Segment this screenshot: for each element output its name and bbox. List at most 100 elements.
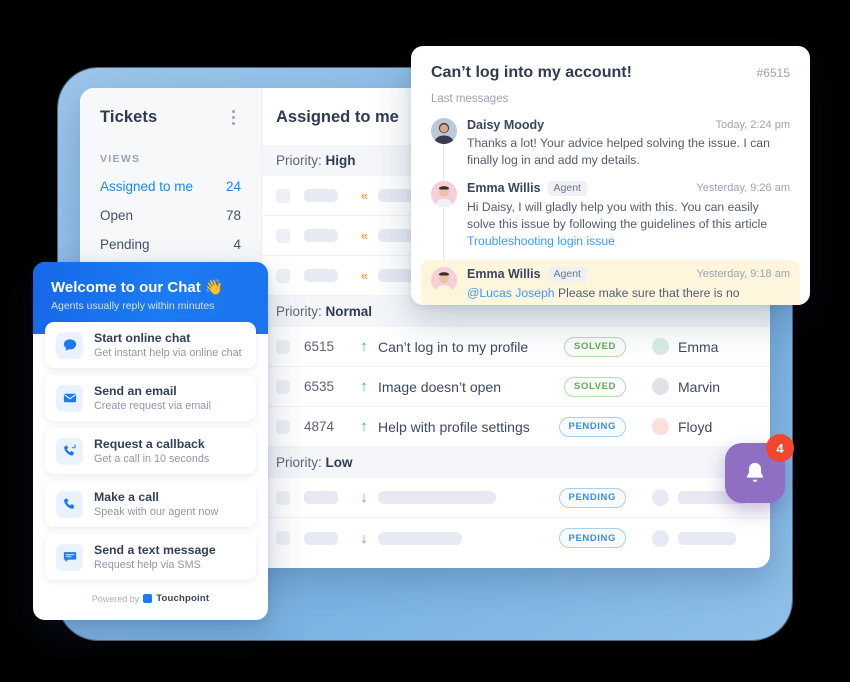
priority-arrow-normal-icon: ↑ — [360, 418, 368, 435]
ticket-detail-title: Can’t log into my account! — [431, 64, 632, 81]
mention-link[interactable]: @Lucas Joseph — [467, 286, 555, 300]
sidebar-item-open[interactable]: Open 78 — [100, 208, 241, 223]
chat-bubble-icon — [56, 331, 83, 359]
powered-by-label: Powered by — [91, 593, 140, 604]
status-badge: PENDING — [558, 416, 626, 437]
article-link[interactable]: Troubleshooting login issue — [467, 234, 615, 248]
priority-arrow-normal-icon: ↑ — [360, 338, 368, 355]
chat-option-subtitle: Request help via SMS — [94, 559, 201, 571]
skeleton-name — [678, 531, 736, 545]
message-author: Daisy Moody — [467, 118, 545, 132]
touchpoint-logo-icon — [143, 594, 153, 603]
assignee: Marvin — [652, 378, 756, 395]
row-checkbox[interactable] — [276, 188, 290, 203]
row-checkbox[interactable] — [276, 531, 290, 545]
kebab-menu-icon[interactable] — [225, 109, 241, 127]
priority-prefix: Priority: — [276, 455, 322, 470]
table-row[interactable]: 4874 ↑ Help with profile settings PENDIN… — [262, 407, 770, 447]
avatar — [652, 338, 669, 355]
ticket-id: 4874 — [304, 419, 335, 434]
message-item: Daisy Moody Today, 2:24 pm Thanks a lot!… — [431, 114, 790, 183]
sms-icon — [56, 543, 83, 571]
avatar — [652, 418, 669, 435]
ticket-subject[interactable]: Can’t log in to my profile — [378, 339, 564, 355]
skeleton-id — [304, 189, 338, 202]
row-checkbox[interactable] — [276, 379, 290, 394]
skeleton-avatar — [652, 529, 669, 547]
chat-option-send-an-email[interactable]: Send an email Create request via email — [45, 375, 256, 421]
row-checkbox[interactable] — [276, 339, 290, 354]
row-checkbox[interactable] — [276, 490, 290, 505]
row-checkbox[interactable] — [276, 419, 290, 434]
table-row[interactable]: 6535 ↑ Image doesn’t open SOLVED Marvin — [262, 367, 770, 407]
thread-line — [443, 206, 444, 264]
chat-option-title: Make a call — [94, 490, 159, 504]
touchpoint-brand-name: Touchpoint — [156, 593, 210, 604]
chat-option-subtitle: Speak with our agent now — [94, 506, 219, 518]
chat-widget-footer: Powered by Touchpoint — [33, 587, 268, 604]
ticket-detail-card: Can’t log into my account! #6515 Last me… — [411, 46, 810, 305]
table-row[interactable]: 6515 ↑ Can’t log in to my profile SOLVED… — [262, 327, 770, 367]
assignee-name: Floyd — [678, 418, 713, 435]
sidebar-item-assigned-to-me[interactable]: Assigned to me 24 — [100, 179, 241, 194]
message-time: Yesterday, 9:26 am — [696, 182, 790, 195]
skeleton-subject — [378, 531, 462, 545]
chat-option-request-a-callback[interactable]: Request a callback Get a call in 10 seco… — [45, 428, 256, 474]
sidebar-title: Tickets — [100, 108, 158, 126]
message-text: Thanks a lot! Your advice helped solving… — [467, 136, 770, 168]
ticket-subject[interactable]: Help with profile settings — [378, 419, 559, 435]
avatar — [431, 266, 457, 293]
skeleton-id — [304, 229, 338, 242]
table-row[interactable]: ↓ PENDING — [262, 518, 770, 558]
chat-option-make-a-call[interactable]: Make a call Speak with our agent now — [45, 481, 256, 527]
priority-value: Normal — [325, 304, 373, 319]
message-author: Emma Willis — [467, 267, 541, 282]
sidebar-item-count: 78 — [225, 208, 241, 223]
status-badge: SOLVED — [564, 376, 626, 397]
message-time: Yesterday, 9:18 am — [696, 268, 790, 281]
priority-value: Low — [325, 455, 353, 470]
table-row[interactable]: ↓ PENDING — [262, 478, 770, 518]
ticket-subject[interactable]: Image doesn’t open — [378, 379, 564, 395]
assignee: Emma — [652, 338, 756, 355]
bell-icon — [746, 462, 764, 482]
priority-arrow-high-icon: « — [360, 228, 368, 243]
message-item: Emma Willis Agent Yesterday, 9:26 am Hi … — [431, 177, 790, 264]
sidebar-section-label: VIEWS — [100, 153, 141, 165]
phone-icon — [56, 490, 83, 518]
priority-prefix: Priority: — [276, 304, 322, 319]
status-badge: PENDING — [558, 528, 626, 548]
chat-option-send-a-text-message[interactable]: Send a text message Request help via SMS — [45, 534, 256, 580]
sidebar-item-count: 4 — [233, 237, 241, 252]
row-checkbox[interactable] — [276, 228, 290, 243]
avatar — [431, 118, 457, 144]
skeleton-avatar — [652, 489, 669, 506]
priority-value: High — [325, 153, 356, 168]
skeleton-id — [304, 269, 338, 282]
last-messages-label: Last messages — [431, 93, 509, 105]
sidebar-item-label: Pending — [100, 237, 150, 252]
message-item-internal-note: Emma Willis Agent Yesterday, 9:18 am @Lu… — [421, 259, 800, 305]
skeleton-id — [304, 491, 338, 504]
message-header: Emma Willis Agent Yesterday, 9:18 am — [467, 266, 790, 282]
priority-arrow-high-icon: « — [360, 268, 368, 283]
notifications-fab[interactable]: 4 — [725, 434, 794, 503]
message-body: Emma Willis Agent Yesterday, 9:18 am @Lu… — [467, 266, 790, 305]
envelope-icon — [56, 384, 83, 412]
assignee-name: Marvin — [678, 378, 721, 395]
priority-arrow-low-icon: ↓ — [360, 489, 368, 506]
ticket-id: 6535 — [304, 379, 335, 394]
priority-arrow-high-icon: « — [360, 188, 368, 203]
assignee: Floyd — [652, 418, 756, 435]
row-checkbox[interactable] — [276, 268, 290, 283]
chat-option-start-online-chat[interactable]: Start online chat Get instant help via o… — [45, 322, 256, 368]
message-text: Hi Daisy, I will gladly help you with th… — [467, 199, 790, 251]
message-header: Daisy Moody Today, 2:24 pm — [467, 118, 790, 132]
sidebar-item-label: Open — [100, 208, 134, 223]
message-time: Today, 2:24 pm — [715, 119, 790, 131]
ticket-detail-number: #6515 — [756, 66, 790, 80]
sidebar-item-pending[interactable]: Pending 4 — [100, 237, 241, 252]
status-badge: SOLVED — [564, 336, 626, 357]
chat-option-subtitle: Create request via email — [94, 400, 212, 412]
phone-callback-icon — [56, 437, 83, 465]
